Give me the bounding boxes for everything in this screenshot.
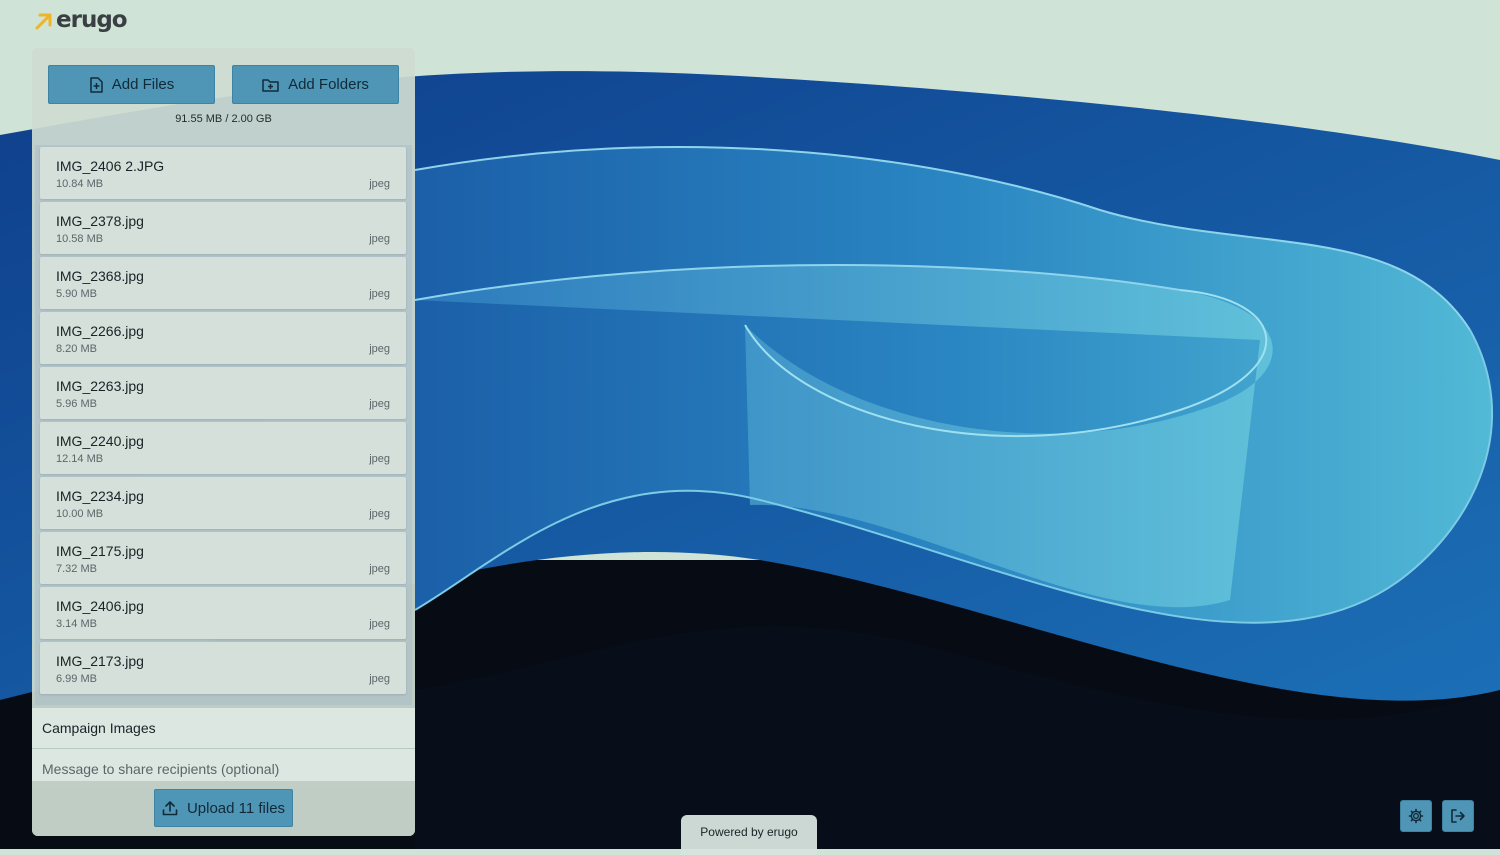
file-name: IMG_2240.jpg (56, 433, 144, 449)
file-type: jpeg (369, 618, 390, 630)
upload-panel: Add Files Add Folders 91.55 MB / 2.00 GB… (32, 48, 415, 836)
file-size: 5.96 MB (56, 398, 97, 410)
upload-button[interactable]: Upload 11 files (154, 789, 293, 827)
file-name: IMG_2234.jpg (56, 488, 144, 504)
logout-button[interactable] (1442, 800, 1474, 832)
file-name: IMG_2175.jpg (56, 543, 144, 559)
file-type: jpeg (369, 343, 390, 355)
file-item[interactable]: IMG_2240.jpg 12.14 MB jpeg (40, 422, 406, 474)
file-size: 6.99 MB (56, 673, 97, 685)
logout-icon (1451, 809, 1465, 823)
file-name: IMG_2406 2.JPG (56, 158, 165, 174)
file-name: IMG_2406.jpg (56, 598, 144, 614)
file-item[interactable]: IMG_2378.jpg 10.58 MB jpeg (40, 202, 406, 254)
powered-by-tab[interactable]: Powered by erugo (681, 815, 817, 855)
add-folders-button[interactable]: Add Folders (232, 65, 399, 104)
file-item[interactable]: IMG_2266.jpg 8.20 MB jpeg (40, 312, 406, 364)
gear-icon (1408, 808, 1424, 824)
file-item[interactable]: IMG_2175.jpg 7.32 MB jpeg (40, 532, 406, 584)
file-size: 12.14 MB (56, 453, 104, 465)
file-size: 3.14 MB (56, 618, 97, 630)
add-files-button[interactable]: Add Files (48, 65, 215, 104)
arrow-logo-icon (35, 13, 52, 30)
file-type: jpeg (369, 673, 390, 685)
logo-text: erugo (56, 7, 128, 33)
file-name: IMG_2173.jpg (56, 653, 144, 669)
share-name-field[interactable] (32, 708, 415, 748)
upload-label: Upload 11 files (186, 799, 286, 817)
file-size: 10.00 MB (56, 508, 104, 520)
settings-button[interactable] (1400, 800, 1432, 832)
file-type: jpeg (369, 563, 390, 575)
file-item[interactable]: IMG_2406.jpg 3.14 MB jpeg (40, 587, 406, 639)
file-name: IMG_2378.jpg (56, 213, 144, 229)
storage-quota: 91.55 MB / 2.00 GB (175, 113, 272, 125)
file-type: jpeg (369, 453, 390, 465)
share-message-input[interactable] (42, 760, 402, 777)
file-size: 7.32 MB (56, 563, 97, 575)
file-type: jpeg (369, 508, 390, 520)
share-name-input[interactable] (42, 720, 402, 736)
file-plus-icon (89, 76, 103, 93)
file-size: 10.84 MB (56, 178, 104, 190)
file-size: 10.58 MB (56, 233, 104, 245)
file-type: jpeg (369, 288, 390, 300)
file-item[interactable]: IMG_2406 2.JPG 10.84 MB jpeg (40, 147, 406, 199)
add-buttons-row: Add Files Add Folders (48, 65, 399, 104)
file-list[interactable]: IMG_2406 2.JPG 10.84 MB jpeg IMG_2378.jp… (35, 145, 412, 705)
file-name: IMG_2263.jpg (56, 378, 144, 394)
file-item[interactable]: IMG_2234.jpg 10.00 MB jpeg (40, 477, 406, 529)
file-size: 5.90 MB (56, 288, 97, 300)
file-item[interactable]: IMG_2368.jpg 5.90 MB jpeg (40, 257, 406, 309)
file-item[interactable]: IMG_2173.jpg 6.99 MB jpeg (40, 642, 406, 694)
erugo-logo[interactable]: erugo (34, 6, 128, 34)
upload-footer: Upload 11 files (32, 781, 415, 836)
powered-by-text: Powered by erugo (700, 825, 798, 839)
add-folders-label: Add Folders (288, 76, 369, 93)
file-type: jpeg (369, 398, 390, 410)
file-item[interactable]: IMG_2263.jpg 5.96 MB jpeg (40, 367, 406, 419)
upload-icon (162, 801, 178, 816)
file-type: jpeg (369, 233, 390, 245)
file-name: IMG_2266.jpg (56, 323, 144, 339)
add-files-label: Add Files (111, 76, 175, 93)
file-type: jpeg (369, 178, 390, 190)
file-name: IMG_2368.jpg (56, 268, 144, 284)
file-size: 8.20 MB (56, 343, 97, 355)
folder-plus-icon (262, 78, 279, 92)
